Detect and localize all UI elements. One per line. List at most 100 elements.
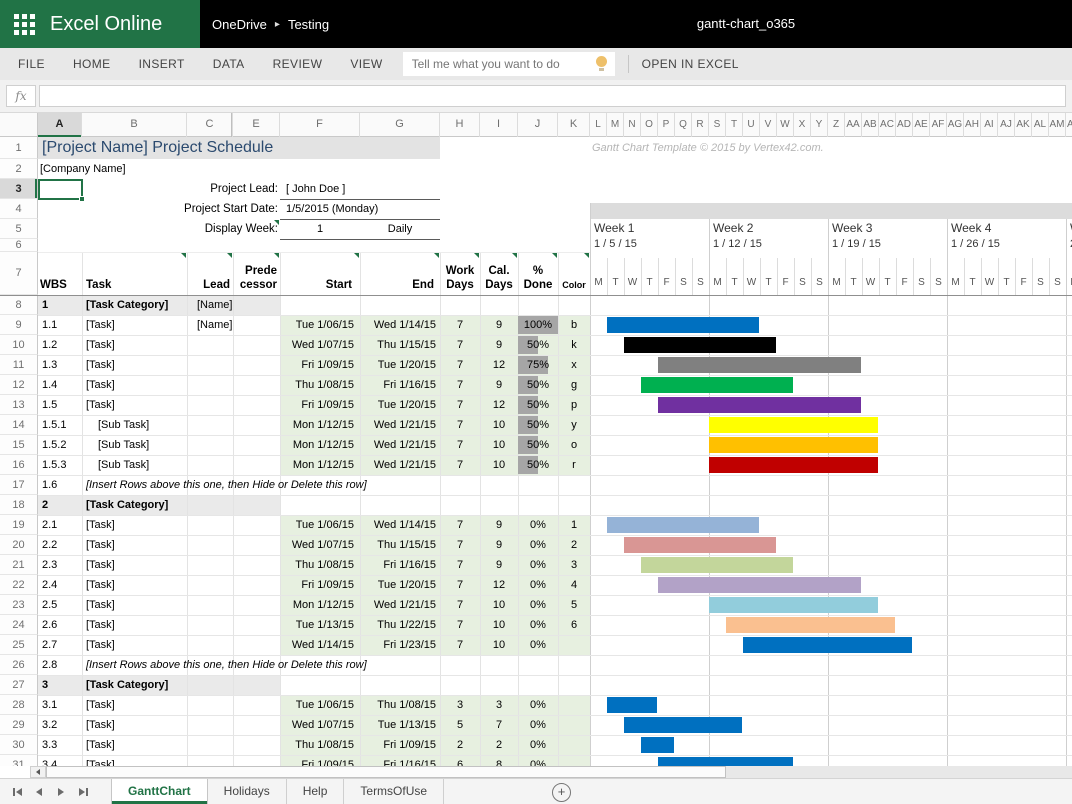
cell-cal-days[interactable]: 10 bbox=[480, 595, 518, 615]
cell-wbs[interactable]: 1.5.1 bbox=[42, 415, 80, 435]
cell-work-days[interactable]: 5 bbox=[440, 715, 480, 735]
cell-start[interactable]: Wed 1/07/15 bbox=[280, 335, 354, 355]
cell-task[interactable]: [Task] bbox=[86, 555, 216, 575]
row-number-7[interactable]: 7 bbox=[0, 252, 38, 295]
column-header-AF[interactable]: AF bbox=[930, 113, 947, 137]
open-in-excel-button[interactable]: OPEN IN EXCEL bbox=[642, 57, 739, 71]
cell-wbs[interactable]: 3.2 bbox=[42, 715, 80, 735]
fill-handle[interactable] bbox=[79, 196, 85, 202]
menu-insert[interactable]: INSERT bbox=[125, 48, 199, 80]
cell-task[interactable]: [Sub Task] bbox=[98, 455, 228, 475]
gantt-bar-1.5.2[interactable] bbox=[709, 437, 878, 453]
cell-work-days[interactable]: 7 bbox=[440, 595, 480, 615]
cell-work-days[interactable]: 7 bbox=[440, 535, 480, 555]
tell-me-search[interactable] bbox=[403, 52, 615, 76]
cell-start[interactable]: Tue 1/06/15 bbox=[280, 695, 354, 715]
column-header-X[interactable]: X bbox=[794, 113, 811, 137]
cell-end[interactable]: Thu 1/22/15 bbox=[360, 615, 436, 635]
row-number-31[interactable]: 31 bbox=[0, 755, 38, 766]
cell-cal-days[interactable]: 9 bbox=[480, 515, 518, 535]
cell-wbs[interactable]: 3 bbox=[42, 675, 80, 695]
cell-color-code[interactable]: 3 bbox=[558, 555, 590, 575]
new-sheet-button[interactable]: + bbox=[552, 783, 571, 802]
column-header-H[interactable]: H bbox=[440, 113, 480, 137]
cell-wbs[interactable]: 1.1 bbox=[42, 315, 80, 335]
cell-wbs[interactable]: 1 bbox=[42, 295, 80, 315]
cell-lead[interactable]: [Name] bbox=[197, 295, 257, 315]
column-header-AG[interactable]: AG bbox=[947, 113, 964, 137]
gantt-bar-2.4[interactable] bbox=[658, 577, 861, 593]
row-number-12[interactable]: 12 bbox=[0, 375, 38, 395]
cell-wbs[interactable]: 2.5 bbox=[42, 595, 80, 615]
cell-pct-done[interactable]: 0% bbox=[518, 535, 558, 555]
cell-end[interactable]: Tue 1/20/15 bbox=[360, 575, 436, 595]
cell-wbs[interactable]: 2.1 bbox=[42, 515, 80, 535]
gantt-bar-1.3[interactable] bbox=[658, 357, 861, 373]
row-number-18[interactable]: 18 bbox=[0, 495, 38, 515]
cell-wbs[interactable]: 1.4 bbox=[42, 375, 80, 395]
row-number-11[interactable]: 11 bbox=[0, 355, 38, 375]
sheet-tab-holidays[interactable]: Holidays bbox=[208, 779, 287, 804]
cell-wbs[interactable]: 1.5 bbox=[42, 395, 80, 415]
cell-wbs[interactable]: 3.3 bbox=[42, 735, 80, 755]
cell-wbs[interactable]: 2.4 bbox=[42, 575, 80, 595]
cell-start[interactable]: Mon 1/12/15 bbox=[280, 435, 354, 455]
cell-wbs[interactable]: 2 bbox=[42, 495, 80, 515]
cell-work-days[interactable]: 7 bbox=[440, 635, 480, 655]
cell-end[interactable]: Wed 1/14/15 bbox=[360, 515, 436, 535]
gantt-bar-2.2[interactable] bbox=[624, 537, 776, 553]
cell-pct-done[interactable]: 0% bbox=[518, 615, 558, 635]
cell-pct-done[interactable]: 75% bbox=[518, 355, 558, 375]
sheet-tab-termsofuse[interactable]: TermsOfUse bbox=[344, 779, 444, 804]
row-number-1[interactable]: 1 bbox=[0, 137, 38, 159]
cell-cal-days[interactable]: 7 bbox=[480, 715, 518, 735]
cell-color-code[interactable]: k bbox=[558, 335, 590, 355]
cell-start[interactable]: Fri 1/09/15 bbox=[280, 755, 354, 766]
row-number-5[interactable]: 5 bbox=[0, 219, 38, 239]
column-header-N[interactable]: N bbox=[624, 113, 641, 137]
cell-end[interactable]: Wed 1/21/15 bbox=[360, 455, 436, 475]
cell-cal-days[interactable]: 9 bbox=[480, 555, 518, 575]
cell-color-code[interactable]: o bbox=[558, 435, 590, 455]
cell-pct-done[interactable]: 0% bbox=[518, 595, 558, 615]
cell-start[interactable]: Fri 1/09/15 bbox=[280, 395, 354, 415]
cell-cal-days[interactable]: 10 bbox=[480, 615, 518, 635]
cell-task[interactable]: [Task] bbox=[86, 355, 216, 375]
cell-task[interactable]: [Task] bbox=[86, 535, 216, 555]
menu-home[interactable]: HOME bbox=[59, 48, 125, 80]
cell-end[interactable]: Tue 1/13/15 bbox=[360, 715, 436, 735]
column-header-A[interactable]: A bbox=[38, 113, 82, 137]
cell-color-code[interactable]: y bbox=[558, 415, 590, 435]
spreadsheet-grid[interactable]: ABCEFGHIJKLMNOPQRSTUVWXYZAAABACADAEAFAGA… bbox=[0, 113, 1072, 766]
cell-task[interactable]: [Task Category] bbox=[86, 675, 216, 695]
cell-pct-done[interactable]: 50% bbox=[518, 335, 558, 355]
column-header-AI[interactable]: AI bbox=[981, 113, 998, 137]
column-header-G[interactable]: G bbox=[360, 113, 440, 137]
cell-work-days[interactable]: 7 bbox=[440, 335, 480, 355]
cell-color-code[interactable]: r bbox=[558, 455, 590, 475]
column-header-E[interactable]: E bbox=[233, 113, 280, 137]
row-number-26[interactable]: 26 bbox=[0, 655, 38, 675]
cell-pct-done[interactable]: 100% bbox=[518, 315, 558, 335]
cell-work-days[interactable]: 7 bbox=[440, 555, 480, 575]
gantt-bar-2.1[interactable] bbox=[607, 517, 759, 533]
row-number-9[interactable]: 9 bbox=[0, 315, 38, 335]
cell-color-code[interactable]: b bbox=[558, 315, 590, 335]
value-project-lead[interactable]: [ John Doe ] bbox=[286, 179, 436, 199]
scrollbar-thumb[interactable] bbox=[46, 766, 726, 778]
cell-task[interactable]: [Sub Task] bbox=[98, 415, 228, 435]
cell-pct-done[interactable]: 0% bbox=[518, 755, 558, 766]
column-header-Z[interactable]: Z bbox=[828, 113, 845, 137]
gantt-bar-2.5[interactable] bbox=[709, 597, 878, 613]
cell-task[interactable]: [Task] bbox=[86, 695, 216, 715]
column-header-R[interactable]: R bbox=[692, 113, 709, 137]
breadcrumb-onedrive[interactable]: OneDrive bbox=[212, 17, 267, 32]
cell-end[interactable]: Tue 1/20/15 bbox=[360, 355, 436, 375]
gantt-bar-3.4[interactable] bbox=[658, 757, 793, 766]
cell-cal-days[interactable]: 10 bbox=[480, 455, 518, 475]
cell-pct-done[interactable]: 0% bbox=[518, 555, 558, 575]
column-header-O[interactable]: O bbox=[641, 113, 658, 137]
row-number-19[interactable]: 19 bbox=[0, 515, 38, 535]
cell-cal-days[interactable]: 10 bbox=[480, 435, 518, 455]
column-header-AJ[interactable]: AJ bbox=[998, 113, 1015, 137]
